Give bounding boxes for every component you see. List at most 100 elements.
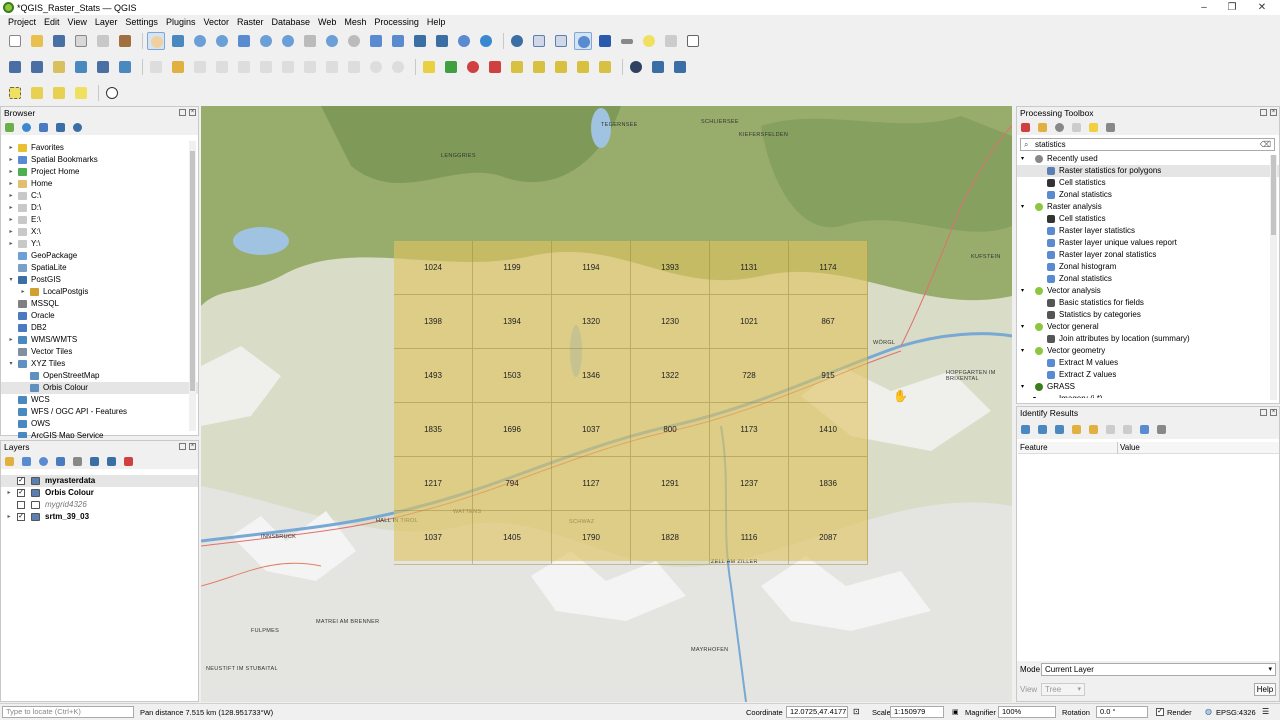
close-panel-icon[interactable]: × [1270, 109, 1277, 116]
menu-settings[interactable]: Settings [121, 15, 162, 29]
browser-item[interactable]: WFS / OGC API - Features [1, 406, 198, 418]
layer-item[interactable]: mygrid4326 [1, 499, 198, 511]
measure-angle-icon[interactable] [103, 84, 121, 102]
browser-item[interactable]: ▸ Home [1, 178, 198, 190]
delete-selected-icon[interactable] [279, 58, 297, 76]
browser-item[interactable]: Oracle [1, 310, 198, 322]
identify-settings-icon[interactable] [1157, 424, 1166, 434]
float-panel-icon[interactable] [179, 109, 186, 116]
digitize-icon[interactable] [213, 58, 231, 76]
browser-item[interactable]: DB2 [1, 322, 198, 334]
browser-item[interactable]: ▸ D:\ [1, 202, 198, 214]
help-icon[interactable] [671, 58, 689, 76]
browser-item[interactable]: ▸ Favorites [1, 142, 198, 154]
copy-feature-icon[interactable] [1106, 424, 1115, 434]
zoom-in-icon[interactable] [191, 32, 209, 50]
redo-icon[interactable] [389, 58, 407, 76]
add-layer-icon[interactable] [5, 122, 14, 132]
expand-arrow-icon[interactable]: ▸ [7, 334, 15, 346]
show-hide-labels-icon[interactable] [574, 58, 592, 76]
menu-help[interactable]: Help [423, 15, 450, 29]
toolbox-algorithm[interactable]: Statistics by categories [1017, 309, 1279, 321]
browser-item[interactable]: Vector Tiles [1, 346, 198, 358]
float-panel-icon[interactable] [1260, 409, 1267, 416]
collapse-tree-icon[interactable] [1038, 424, 1047, 434]
map-tips-icon[interactable] [640, 32, 658, 50]
paste-features-icon[interactable] [345, 58, 363, 76]
toolbox-algorithm[interactable]: Extract M values [1017, 357, 1279, 369]
select-by-value-icon[interactable] [28, 84, 46, 102]
browser-item[interactable]: ▾ PostGIS [1, 274, 198, 286]
toolbox-algorithm[interactable]: Raster layer zonal statistics [1017, 249, 1279, 261]
filter-icon[interactable] [39, 122, 48, 132]
open-project-icon[interactable] [28, 32, 46, 50]
crs-button[interactable]: EPSG:4326 [1216, 708, 1256, 717]
close-panel-icon[interactable]: × [189, 109, 196, 116]
browser-item[interactable]: MSSQL [1, 298, 198, 310]
restore-button[interactable]: ❐ [1220, 1, 1244, 14]
collapse-all-icon[interactable] [107, 456, 116, 466]
expand-arrow-icon[interactable]: ▸ [7, 154, 15, 166]
collapse-all-icon[interactable] [56, 122, 65, 132]
new-spatialite-layer-icon[interactable] [72, 58, 90, 76]
rotate-label-icon[interactable] [530, 58, 548, 76]
modify-attributes-icon[interactable] [257, 58, 275, 76]
toolbox-group[interactable]: ▾ Vector geometry [1017, 345, 1279, 357]
browser-item[interactable]: ▸ X:\ [1, 226, 198, 238]
filter-legend-icon[interactable] [56, 456, 65, 466]
data-source-manager-icon[interactable] [6, 58, 24, 76]
zoom-full-icon[interactable] [235, 32, 253, 50]
move-label-icon[interactable] [508, 58, 526, 76]
map-canvas[interactable]: INNSBRUCKWATTENSSCHWAZHALL IN TIROLMAYRH… [201, 106, 1012, 702]
layer-item[interactable]: ✓ myrasterdata [1, 475, 198, 487]
expanded-arrow-icon[interactable]: ▾ [1021, 381, 1024, 393]
undo-icon[interactable] [367, 58, 385, 76]
expanded-arrow-icon[interactable]: ▾ [7, 358, 15, 370]
magnifier-field[interactable]: 100% [998, 706, 1056, 718]
new-virtual-layer-icon[interactable] [94, 58, 112, 76]
expand-arrow-icon[interactable]: ▸ [7, 214, 15, 226]
menu-raster[interactable]: Raster [233, 15, 268, 29]
toolbox-scrollbar[interactable] [1270, 155, 1277, 400]
deselect-all-icon[interactable] [50, 84, 68, 102]
toolbox-algorithm[interactable]: ▾ Imagery (i.*) [1017, 393, 1279, 398]
browser-item[interactable]: Orbis Colour [1, 382, 198, 394]
browser-item[interactable]: ArcGIS Map Service [1, 430, 198, 438]
clear-search-icon[interactable]: ⌫ [1260, 139, 1271, 150]
mode-select[interactable]: Current Layer ▾ [1041, 663, 1276, 676]
toolbox-algorithm[interactable]: Basic statistics for fields [1017, 297, 1279, 309]
layout-manager-icon[interactable] [94, 32, 112, 50]
minimize-button[interactable]: – [1192, 1, 1216, 14]
cut-features-icon[interactable] [301, 58, 319, 76]
toolbox-algorithm[interactable]: Cell statistics [1017, 213, 1279, 225]
style-panel-icon[interactable] [5, 456, 14, 466]
scripts-icon[interactable] [1038, 122, 1047, 132]
lock-icon[interactable]: ⊡ [853, 707, 860, 716]
identify-mode-icon[interactable] [1140, 424, 1149, 434]
refresh-icon[interactable] [477, 32, 495, 50]
zoom-last-icon[interactable] [323, 32, 341, 50]
toolbox-algorithm[interactable]: Zonal statistics [1017, 189, 1279, 201]
expand-arrow-icon[interactable]: ▸ [7, 142, 15, 154]
results-viewer-icon[interactable] [1072, 122, 1081, 132]
style-manager-icon[interactable] [116, 32, 134, 50]
options-icon[interactable] [1106, 122, 1115, 132]
print-layout-icon[interactable] [72, 32, 90, 50]
zoom-selection-icon[interactable] [257, 32, 275, 50]
rotation-field[interactable]: 0.0 ° [1096, 706, 1148, 718]
remove-layer-icon[interactable] [124, 456, 133, 466]
expanded-arrow-icon[interactable]: ▾ [1021, 321, 1024, 333]
expand-tree-icon[interactable] [1021, 424, 1030, 434]
browser-item[interactable]: SpatiaLite [1, 262, 198, 274]
zoom-out-icon[interactable] [213, 32, 231, 50]
refresh-icon[interactable] [22, 122, 31, 132]
toolbox-group[interactable]: ▾ GRASS [1017, 381, 1279, 393]
expand-arrow-icon[interactable]: ▸ [7, 178, 15, 190]
toolbox-search-box[interactable]: ⌕ statistics ⌫ [1020, 138, 1275, 151]
expanded-arrow-icon[interactable]: ▾ [1021, 201, 1024, 213]
python-console-icon[interactable] [649, 58, 667, 76]
close-panel-icon[interactable]: × [189, 443, 196, 450]
column-value[interactable]: Value [1120, 443, 1140, 452]
print-response-icon[interactable] [1123, 424, 1132, 434]
toolbox-algorithm[interactable]: Raster statistics for polygons [1017, 165, 1279, 177]
